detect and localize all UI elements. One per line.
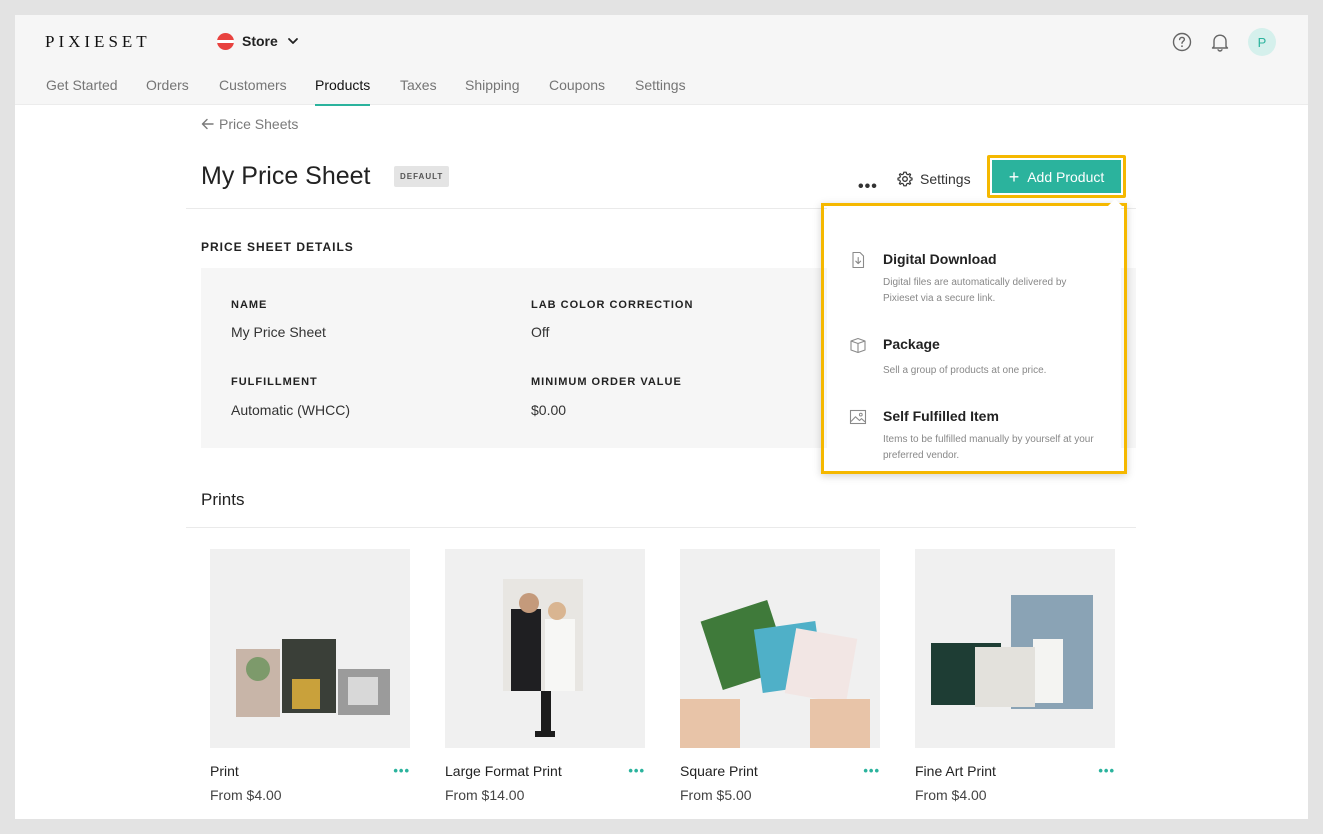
product-card[interactable]: Large Format Print ••• From $14.00 [445, 549, 645, 803]
tab-orders[interactable]: Orders [146, 77, 189, 105]
detail-label-name: NAME [231, 299, 268, 311]
product-name: Large Format Print [445, 763, 562, 779]
menu-item-description: Items to be fulfilled manually by yourse… [883, 434, 1094, 461]
product-card[interactable]: Square Print ••• From $5.00 [680, 549, 880, 803]
product-thumbnail[interactable] [210, 549, 410, 748]
product-price: From $4.00 [210, 787, 282, 803]
product-thumbnail[interactable] [445, 549, 645, 748]
chevron-down-icon [287, 38, 298, 44]
bell-icon[interactable] [1210, 32, 1230, 52]
gear-icon [897, 171, 913, 187]
product-name: Print [210, 763, 239, 779]
help-icon[interactable] [1172, 32, 1192, 52]
page-title: My Price Sheet [201, 162, 371, 190]
menu-item-package[interactable]: Package Sell a group of products at one … [827, 336, 1121, 376]
details-heading: PRICE SHEET DETAILS [201, 240, 354, 254]
detail-value-min-order: $0.00 [531, 402, 567, 418]
menu-item-title: Self Fulfilled Item [883, 408, 999, 424]
settings-label: Settings [920, 171, 971, 187]
menu-item-description: Sell a group of products at one price. [883, 365, 1047, 376]
product-price: From $4.00 [915, 787, 987, 803]
more-options-button[interactable]: ••• [858, 178, 878, 196]
menu-item-title: Digital Download [883, 251, 997, 267]
main-nav: Get Started Orders Customers Products Ta… [15, 67, 1308, 106]
tab-shipping[interactable]: Shipping [465, 77, 520, 105]
add-product-menu: Digital Download Digital files are autom… [827, 199, 1122, 468]
avatar[interactable]: P [1248, 28, 1276, 56]
product-card[interactable]: Fine Art Print ••• From $4.00 [915, 549, 1115, 803]
product-more-button[interactable]: ••• [863, 763, 880, 778]
pixieset-logo[interactable]: PIXIESET [45, 32, 151, 52]
product-price: From $14.00 [445, 787, 525, 803]
arrow-left-icon [201, 118, 214, 130]
product-name: Square Print [680, 763, 758, 779]
download-file-icon [852, 251, 865, 269]
product-more-button[interactable]: ••• [393, 763, 410, 778]
menu-item-digital-download[interactable]: Digital Download Digital files are autom… [827, 251, 1121, 309]
detail-label-fulfillment: FULFILLMENT [231, 376, 318, 388]
detail-label-min-order: MINIMUM ORDER VALUE [531, 376, 682, 388]
detail-label-color-correction: LAB COLOR CORRECTION [531, 299, 694, 311]
tab-get-started[interactable]: Get Started [46, 77, 118, 105]
tab-settings[interactable]: Settings [635, 77, 686, 105]
plus-icon: + [1008, 166, 1020, 187]
tab-taxes[interactable]: Taxes [400, 77, 437, 105]
top-bar: PIXIESET Store P [15, 15, 1308, 67]
product-name: Fine Art Print [915, 763, 996, 779]
detail-value-name: My Price Sheet [231, 324, 326, 340]
add-product-button[interactable]: + Add Product [992, 160, 1121, 193]
settings-button[interactable]: Settings [897, 169, 971, 189]
app-window: PIXIESET Store P Get Started Orders Cust… [15, 15, 1308, 819]
tab-products[interactable]: Products [315, 77, 371, 106]
detail-value-color-correction: Off [531, 324, 550, 340]
product-price: From $5.00 [680, 787, 752, 803]
box-icon [850, 337, 866, 354]
top-icons: P [1172, 28, 1276, 56]
store-logo-icon [217, 32, 234, 50]
product-thumbnail[interactable] [680, 549, 880, 748]
back-link[interactable]: Price Sheets [201, 116, 298, 132]
image-icon [849, 409, 867, 425]
menu-item-description: Digital files are automatically delivere… [883, 277, 1067, 304]
menu-caret [1108, 199, 1122, 206]
store-switcher[interactable]: Store [217, 30, 300, 52]
default-badge: DEFAULT [394, 166, 450, 187]
add-product-label: Add Product [1027, 168, 1105, 185]
menu-item-self-fulfilled[interactable]: Self Fulfilled Item Items to be fulfille… [827, 408, 1121, 466]
product-card[interactable]: Print ••• From $4.00 [210, 549, 410, 803]
tab-customers[interactable]: Customers [219, 77, 287, 105]
product-thumbnail[interactable] [915, 549, 1115, 748]
detail-value-fulfillment: Automatic (WHCC) [231, 402, 351, 418]
prints-divider [186, 527, 1136, 528]
menu-item-title: Package [883, 336, 940, 352]
tab-coupons[interactable]: Coupons [549, 77, 605, 105]
product-more-button[interactable]: ••• [628, 763, 645, 778]
product-more-button[interactable]: ••• [1098, 763, 1115, 778]
back-link-label: Price Sheets [219, 116, 299, 132]
prints-section-title: Prints [201, 490, 245, 509]
store-label: Store [242, 33, 278, 49]
